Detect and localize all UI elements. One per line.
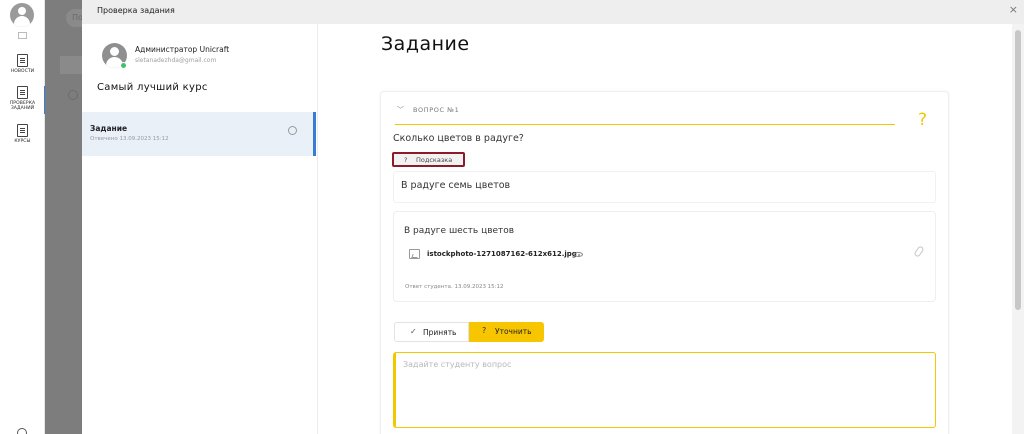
clarify-label: Уточнить <box>495 327 532 336</box>
question-icon: ? <box>404 156 408 164</box>
hint-content: В радуге семь цветов <box>393 171 936 203</box>
close-icon[interactable]: × <box>1009 4 1018 16</box>
scrollbar[interactable] <box>1012 24 1024 434</box>
student-panel: Администратор Unicraft sletanadezhda@gma… <box>82 24 318 434</box>
background-block <box>60 56 82 74</box>
attachment-file-name[interactable]: istockphoto-1271087162-612x612.jpg <box>427 250 577 258</box>
question-header[interactable]: ﹀ ВОПРОС №1 <box>395 104 895 125</box>
modal-title: Проверка задания <box>97 6 175 15</box>
rail-item-label: НОВОСТИ <box>10 69 35 74</box>
online-status-icon <box>120 62 127 69</box>
task-name: Задание <box>90 124 128 133</box>
accept-label: Принять <box>423 328 457 337</box>
check-icon: ✓ <box>410 327 417 336</box>
courses-icon <box>17 124 28 137</box>
question-label: ВОПРОС №1 <box>413 106 460 114</box>
clarify-button[interactable]: ? Уточнить <box>469 322 544 342</box>
hint-text: В радуге семь цветов <box>401 180 511 191</box>
background-gear-icon <box>68 90 78 100</box>
news-icon <box>17 54 28 67</box>
task-date: Отвечено 13.09.2023 15:12 <box>90 136 169 142</box>
help-icon[interactable] <box>17 428 27 434</box>
rail-item-courses[interactable]: КУРСЫ <box>0 124 45 144</box>
rail-item-label: КУРСЫ <box>14 139 31 144</box>
chevron-down-icon[interactable]: ﹀ <box>397 105 404 115</box>
question-card: ﹀ ВОПРОС №1 ? Сколько цветов в радуге? ?… <box>380 91 949 434</box>
rail-item-task-review[interactable]: ПРОВЕРКА ЗАДАНИЙ <box>0 86 46 114</box>
student-answer-text: В радуге шесть цветов <box>404 226 515 236</box>
paperclip-icon[interactable] <box>913 245 925 258</box>
question-text: Сколько цветов в радуге? <box>393 133 524 144</box>
task-status-icon <box>288 126 297 135</box>
task-list-item[interactable]: Задание Отвечено 13.09.2023 15:12 <box>82 112 316 156</box>
rail-item-news[interactable]: НОВОСТИ <box>0 54 45 74</box>
eye-icon[interactable] <box>574 252 583 257</box>
question-mark-icon: ? <box>918 110 928 130</box>
input-placeholder: Задайте студенту вопрос <box>403 360 512 369</box>
task-content: Задание ﹀ ВОПРОС №1 ? Сколько цветов в р… <box>318 24 1012 434</box>
scrollbar-thumb[interactable] <box>1015 30 1021 310</box>
rail-item-label: ПРОВЕРКА ЗАДАНИЙ <box>9 101 36 111</box>
task-review-icon <box>17 86 28 99</box>
task-review-modal: Проверка задания × Администратор Unicraf… <box>82 0 1024 434</box>
app-rail: НОВОСТИ ПРОВЕРКА ЗАДАНИЙ КУРСЫ <box>0 0 46 434</box>
hint-button[interactable]: ? Подсказка <box>392 152 465 167</box>
user-name: Администратор Unicraft <box>135 45 230 54</box>
modal-header: Проверка задания × <box>82 0 1024 24</box>
student-question-input[interactable]: Задайте студенту вопрос <box>393 352 936 428</box>
user-email: sletanadezhda@gmail.com <box>135 57 217 64</box>
display-icon[interactable] <box>18 32 27 39</box>
course-title: Самый лучший курс <box>97 82 208 93</box>
question-icon: ? <box>482 326 487 335</box>
image-file-icon <box>409 249 420 259</box>
accept-button[interactable]: ✓ Принять <box>394 322 469 342</box>
student-answer-box: В радуге шесть цветов istockphoto-127108… <box>393 211 936 302</box>
hint-label: Подсказка <box>416 156 453 164</box>
profile-avatar[interactable] <box>10 3 34 27</box>
student-answer-meta: Ответ студента. 13.09.2023 15:12 <box>405 284 504 290</box>
page-title: Задание <box>381 33 470 55</box>
